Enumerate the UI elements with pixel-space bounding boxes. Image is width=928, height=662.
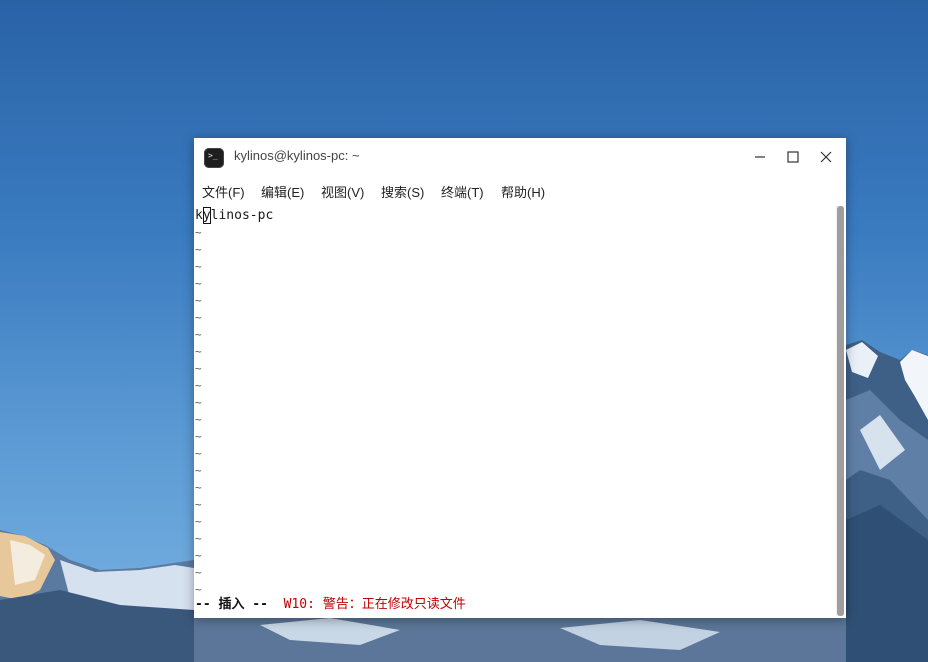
- terminal-window: >_ kylinos@kylinos-pc: ~ 文件(F) 编辑(E) 视图(…: [194, 138, 846, 618]
- menu-item-search[interactable]: 搜索(S): [381, 182, 424, 201]
- empty-line-marker: ~: [195, 345, 202, 358]
- menu-item-edit[interactable]: 编辑(E): [261, 182, 304, 201]
- close-icon: [820, 151, 832, 163]
- empty-line-marker: ~: [195, 413, 202, 426]
- empty-line-marker: ~: [195, 430, 202, 443]
- terminal-icon: >_: [204, 148, 224, 168]
- empty-line-marker: ~: [195, 362, 202, 375]
- maximize-button[interactable]: [781, 146, 805, 168]
- text-cursor: y: [202, 207, 211, 224]
- empty-line-marker: ~: [195, 379, 202, 392]
- minimize-button[interactable]: [748, 146, 772, 168]
- empty-line-marker: ~: [195, 311, 202, 324]
- empty-line-marker: ~: [195, 515, 202, 528]
- empty-line-marker: ~: [195, 532, 202, 545]
- empty-line-marker: ~: [195, 498, 202, 511]
- empty-line-marker: ~: [195, 277, 202, 290]
- empty-line-marker: ~: [195, 294, 202, 307]
- minimize-icon: [755, 156, 765, 158]
- close-button[interactable]: [814, 146, 838, 168]
- terminal-text-area[interactable]: kylinos-pc ~ ~ ~ ~ ~ ~ ~ ~ ~ ~ ~ ~ ~ ~ ~ ~ ~ ~ ~ ~ ~ ~ -- 插入 …: [194, 206, 834, 616]
- menu-item-view[interactable]: 视图(V): [321, 182, 364, 201]
- empty-line-marker: ~: [195, 566, 202, 579]
- scrollbar[interactable]: [836, 206, 844, 616]
- vim-status-line: -- 插入 -- W10: 警告：正在修改只读文件: [195, 596, 466, 613]
- maximize-icon: [787, 151, 799, 163]
- text-after-cursor: linos-pc: [210, 208, 274, 223]
- editor-text-line: kylinos-pc: [195, 207, 273, 224]
- readonly-warning: W10: 警告：正在修改只读文件: [283, 597, 466, 612]
- window-title: kylinos@kylinos-pc: ~: [234, 148, 360, 163]
- empty-line-marker: ~: [195, 464, 202, 477]
- window-titlebar[interactable]: >_ kylinos@kylinos-pc: ~: [194, 138, 846, 176]
- empty-line-marker: ~: [195, 481, 202, 494]
- empty-line-marker: ~: [195, 260, 202, 273]
- text-before-cursor: k: [195, 208, 203, 223]
- insert-mode-indicator: -- 插入 --: [195, 597, 268, 612]
- menu-item-terminal[interactable]: 终端(T): [441, 182, 484, 201]
- menu-item-help[interactable]: 帮助(H): [501, 182, 545, 201]
- empty-line-marker: ~: [195, 396, 202, 409]
- empty-line-marker: ~: [195, 328, 202, 341]
- empty-line-marker: ~: [195, 243, 202, 256]
- empty-line-marker: ~: [195, 549, 202, 562]
- empty-line-marker: ~: [195, 226, 202, 239]
- scrollbar-thumb[interactable]: [837, 206, 844, 616]
- empty-line-marker: ~: [195, 447, 202, 460]
- menu-bar: 文件(F) 编辑(E) 视图(V) 搜索(S) 终端(T) 帮助(H): [194, 176, 846, 204]
- menu-item-file[interactable]: 文件(F): [202, 182, 245, 201]
